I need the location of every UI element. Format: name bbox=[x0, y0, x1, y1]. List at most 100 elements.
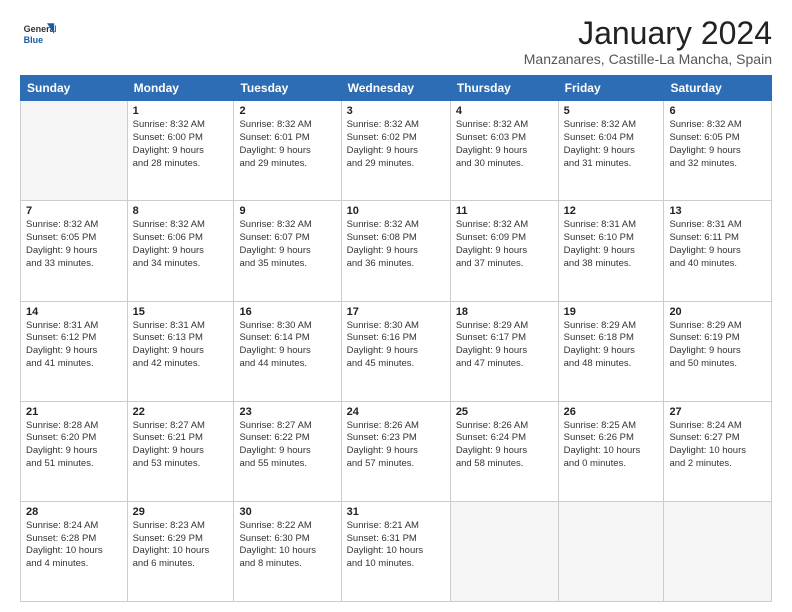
day-number: 30 bbox=[239, 506, 335, 518]
svg-text:Blue: Blue bbox=[24, 35, 44, 45]
day-cell-1: 1Sunrise: 8:32 AM Sunset: 6:00 PM Daylig… bbox=[127, 101, 234, 201]
day-cell-18: 18 Sunrise: 8:29 AM Sunset: 6:17 PM Dayli… bbox=[450, 301, 558, 401]
day-info: Sunrise: 8:23 AM Sunset: 6:29 PM Dayligh… bbox=[133, 520, 229, 571]
day-cell-21: 21 Sunrise: 8:28 AM Sunset: 6:20 PM Dayli… bbox=[21, 401, 128, 501]
day-info: Sunrise: 8:31 AM Sunset: 6:11 PM Dayligh… bbox=[669, 219, 766, 270]
day-info: Sunrise: 8:31 AM Sunset: 6:10 PM Dayligh… bbox=[564, 219, 659, 270]
day-info: Sunrise: 8:32 AM Sunset: 6:02 PM Dayligh… bbox=[347, 119, 445, 170]
day-number: 21 bbox=[26, 406, 122, 418]
empty-cell bbox=[558, 501, 664, 601]
week-row-2: 7 Sunrise: 8:32 AM Sunset: 6:05 PM Daylig… bbox=[21, 201, 772, 301]
day-info: Sunrise: 8:27 AM Sunset: 6:21 PM Dayligh… bbox=[133, 420, 229, 471]
day-number: 8 bbox=[133, 205, 229, 217]
day-cell-13: 13 Sunrise: 8:31 AM Sunset: 6:11 PM Dayli… bbox=[664, 201, 772, 301]
weekday-header-saturday: Saturday bbox=[664, 76, 772, 101]
day-info: Sunrise: 8:32 AM Sunset: 6:01 PM Dayligh… bbox=[239, 119, 335, 170]
day-cell-10: 10 Sunrise: 8:32 AM Sunset: 6:08 PM Dayli… bbox=[341, 201, 450, 301]
day-info: Sunrise: 8:29 AM Sunset: 6:18 PM Dayligh… bbox=[564, 320, 659, 371]
week-row-5: 28 Sunrise: 8:24 AM Sunset: 6:28 PM Dayli… bbox=[21, 501, 772, 601]
day-info: Sunrise: 8:26 AM Sunset: 6:24 PM Dayligh… bbox=[456, 420, 553, 471]
day-number: 14 bbox=[26, 306, 122, 318]
day-number: 25 bbox=[456, 406, 553, 418]
day-cell-12: 12 Sunrise: 8:31 AM Sunset: 6:10 PM Dayli… bbox=[558, 201, 664, 301]
day-info: Sunrise: 8:27 AM Sunset: 6:22 PM Dayligh… bbox=[239, 420, 335, 471]
day-number: 10 bbox=[347, 205, 445, 217]
day-cell-19: 19 Sunrise: 8:29 AM Sunset: 6:18 PM Dayli… bbox=[558, 301, 664, 401]
day-info: Sunrise: 8:32 AM Sunset: 6:06 PM Dayligh… bbox=[133, 219, 229, 270]
day-number: 2 bbox=[239, 105, 335, 117]
day-info: Sunrise: 8:32 AM Sunset: 6:04 PM Dayligh… bbox=[564, 119, 659, 170]
day-cell-14: 14 Sunrise: 8:31 AM Sunset: 6:12 PM Dayli… bbox=[21, 301, 128, 401]
weekday-header-row: SundayMondayTuesdayWednesdayThursdayFrid… bbox=[21, 76, 772, 101]
day-cell-20: 20Sunrise: 8:29 AM Sunset: 6:19 PM Dayli… bbox=[664, 301, 772, 401]
weekday-header-sunday: Sunday bbox=[21, 76, 128, 101]
day-number: 22 bbox=[133, 406, 229, 418]
day-number: 27 bbox=[669, 406, 766, 418]
day-info: Sunrise: 8:25 AM Sunset: 6:26 PM Dayligh… bbox=[564, 420, 659, 471]
weekday-header-friday: Friday bbox=[558, 76, 664, 101]
day-number: 16 bbox=[239, 306, 335, 318]
day-info: Sunrise: 8:32 AM Sunset: 6:05 PM Dayligh… bbox=[26, 219, 122, 270]
day-number: 31 bbox=[347, 506, 445, 518]
day-cell-7: 7 Sunrise: 8:32 AM Sunset: 6:05 PM Daylig… bbox=[21, 201, 128, 301]
day-number: 4 bbox=[456, 105, 553, 117]
day-number: 19 bbox=[564, 306, 659, 318]
day-number: 12 bbox=[564, 205, 659, 217]
day-info: Sunrise: 8:29 AM Sunset: 6:17 PM Dayligh… bbox=[456, 320, 553, 371]
logo-icon: General Blue bbox=[20, 16, 56, 52]
day-cell-16: 16 Sunrise: 8:30 AM Sunset: 6:14 PM Dayli… bbox=[234, 301, 341, 401]
day-number: 24 bbox=[347, 406, 445, 418]
day-cell-4: 4 Sunrise: 8:32 AM Sunset: 6:03 PM Daylig… bbox=[450, 101, 558, 201]
weekday-header-tuesday: Tuesday bbox=[234, 76, 341, 101]
day-info: Sunrise: 8:31 AM Sunset: 6:13 PM Dayligh… bbox=[133, 320, 229, 371]
day-cell-22: 22 Sunrise: 8:27 AM Sunset: 6:21 PM Dayli… bbox=[127, 401, 234, 501]
day-info: Sunrise: 8:30 AM Sunset: 6:16 PM Dayligh… bbox=[347, 320, 445, 371]
day-info: Sunrise: 8:24 AM Sunset: 6:28 PM Dayligh… bbox=[26, 520, 122, 571]
day-cell-9: 9 Sunrise: 8:32 AM Sunset: 6:07 PM Daylig… bbox=[234, 201, 341, 301]
day-number: 5 bbox=[564, 105, 659, 117]
day-number: 11 bbox=[456, 205, 553, 217]
week-row-3: 14 Sunrise: 8:31 AM Sunset: 6:12 PM Dayli… bbox=[21, 301, 772, 401]
day-info: Sunrise: 8:32 AM Sunset: 6:08 PM Dayligh… bbox=[347, 219, 445, 270]
day-cell-27: 27 Sunrise: 8:24 AM Sunset: 6:27 PM Dayli… bbox=[664, 401, 772, 501]
day-info: Sunrise: 8:32 AM Sunset: 6:07 PM Dayligh… bbox=[239, 219, 335, 270]
day-cell-26: 26 Sunrise: 8:25 AM Sunset: 6:26 PM Dayli… bbox=[558, 401, 664, 501]
month-title: January 2024 bbox=[524, 16, 772, 51]
day-info: Sunrise: 8:31 AM Sunset: 6:12 PM Dayligh… bbox=[26, 320, 122, 371]
day-number: 18 bbox=[456, 306, 553, 318]
day-number: 15 bbox=[133, 306, 229, 318]
logo: General Blue GeneralBlue bbox=[20, 16, 56, 52]
day-number: 26 bbox=[564, 406, 659, 418]
weekday-header-monday: Monday bbox=[127, 76, 234, 101]
day-number: 23 bbox=[239, 406, 335, 418]
day-cell-3: 3 Sunrise: 8:32 AM Sunset: 6:02 PM Daylig… bbox=[341, 101, 450, 201]
week-row-4: 21 Sunrise: 8:28 AM Sunset: 6:20 PM Dayli… bbox=[21, 401, 772, 501]
week-row-1: 1Sunrise: 8:32 AM Sunset: 6:00 PM Daylig… bbox=[21, 101, 772, 201]
day-info: Sunrise: 8:22 AM Sunset: 6:30 PM Dayligh… bbox=[239, 520, 335, 571]
weekday-header-wednesday: Wednesday bbox=[341, 76, 450, 101]
empty-cell bbox=[21, 101, 128, 201]
day-info: Sunrise: 8:29 AM Sunset: 6:19 PM Dayligh… bbox=[669, 320, 766, 371]
day-cell-2: 2 Sunrise: 8:32 AM Sunset: 6:01 PM Daylig… bbox=[234, 101, 341, 201]
day-number: 9 bbox=[239, 205, 335, 217]
day-number: 3 bbox=[347, 105, 445, 117]
day-info: Sunrise: 8:32 AM Sunset: 6:03 PM Dayligh… bbox=[456, 119, 553, 170]
day-cell-6: 6Sunrise: 8:32 AM Sunset: 6:05 PM Daylig… bbox=[664, 101, 772, 201]
day-cell-8: 8 Sunrise: 8:32 AM Sunset: 6:06 PM Daylig… bbox=[127, 201, 234, 301]
day-cell-17: 17Sunrise: 8:30 AM Sunset: 6:16 PM Dayli… bbox=[341, 301, 450, 401]
day-number: 7 bbox=[26, 205, 122, 217]
title-block: January 2024 Manzanares, Castille-La Man… bbox=[524, 16, 772, 67]
day-number: 28 bbox=[26, 506, 122, 518]
weekday-header-thursday: Thursday bbox=[450, 76, 558, 101]
day-info: Sunrise: 8:30 AM Sunset: 6:14 PM Dayligh… bbox=[239, 320, 335, 371]
day-cell-31: 31 Sunrise: 8:21 AM Sunset: 6:31 PM Dayli… bbox=[341, 501, 450, 601]
location: Manzanares, Castille-La Mancha, Spain bbox=[524, 51, 772, 67]
day-cell-29: 29Sunrise: 8:23 AM Sunset: 6:29 PM Dayli… bbox=[127, 501, 234, 601]
day-info: Sunrise: 8:32 AM Sunset: 6:00 PM Dayligh… bbox=[133, 119, 229, 170]
day-info: Sunrise: 8:32 AM Sunset: 6:09 PM Dayligh… bbox=[456, 219, 553, 270]
day-info: Sunrise: 8:24 AM Sunset: 6:27 PM Dayligh… bbox=[669, 420, 766, 471]
day-number: 13 bbox=[669, 205, 766, 217]
calendar-table: SundayMondayTuesdayWednesdayThursdayFrid… bbox=[20, 75, 772, 602]
day-info: Sunrise: 8:28 AM Sunset: 6:20 PM Dayligh… bbox=[26, 420, 122, 471]
day-info: Sunrise: 8:21 AM Sunset: 6:31 PM Dayligh… bbox=[347, 520, 445, 571]
